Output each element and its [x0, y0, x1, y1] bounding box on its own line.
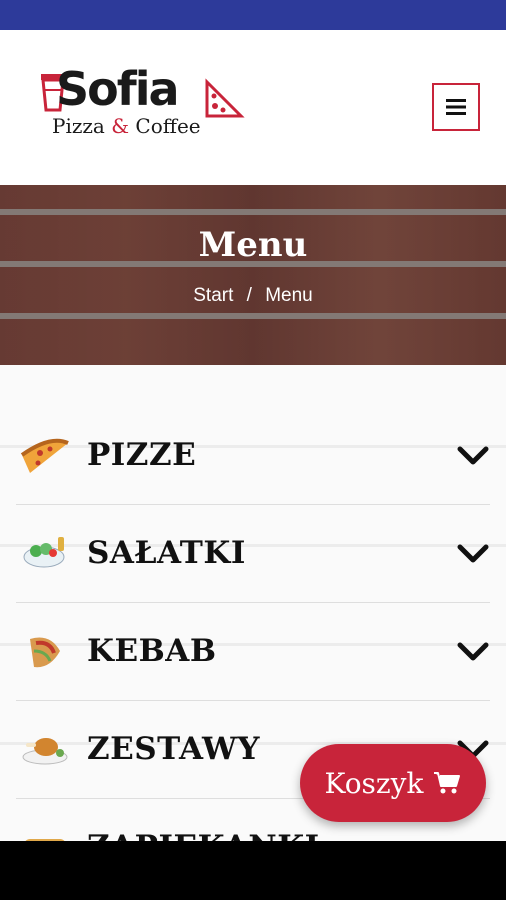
chevron-down-icon[interactable]	[456, 541, 490, 567]
chevron-down-icon[interactable]	[456, 639, 490, 665]
category-label: SAŁATKI	[87, 535, 246, 571]
breadcrumb: Start / Menu	[0, 285, 506, 307]
category-label: KEBAB	[87, 633, 217, 669]
zapiekanka-icon	[25, 839, 65, 841]
cart-label: Koszyk	[324, 766, 424, 800]
logo-word: Sofia	[56, 62, 180, 116]
category-salatki[interactable]: SAŁATKI	[16, 505, 490, 603]
pizza-logo-icon	[205, 78, 245, 118]
status-bar	[0, 0, 506, 30]
kebab-wrap-icon	[30, 637, 60, 668]
logo-sub-coffee: Coffee	[135, 114, 201, 138]
category-kebab[interactable]: KEBAB	[16, 603, 490, 701]
category-pizze[interactable]: PIZZE	[16, 407, 490, 505]
breadcrumb-current: Menu	[265, 285, 313, 306]
menu-toggle-button[interactable]	[432, 83, 480, 131]
system-navigation-bar	[0, 841, 506, 900]
site-header: Sofia Pizza & Coffee	[0, 30, 506, 185]
logo-sub-pizza: Pizza	[52, 114, 105, 138]
sofia-logo[interactable]: Sofia Pizza & Coffee	[38, 62, 248, 148]
category-label: ZESTAWY	[87, 731, 260, 767]
chicken-plate-icon	[22, 738, 68, 765]
salad-bowl-icon	[23, 537, 65, 568]
logo-subtitle: Pizza & Coffee	[52, 114, 201, 138]
hamburger-icon	[446, 99, 466, 115]
breadcrumb-start-link[interactable]: Start	[193, 285, 233, 306]
hero-banner: Menu Start / Menu	[0, 185, 506, 365]
page-title: Menu	[198, 225, 308, 265]
breadcrumb-separator: /	[246, 285, 252, 306]
pizza-slice-icon	[20, 438, 69, 473]
category-label: ZAPIEKANKI	[87, 829, 320, 841]
category-label: PIZZE	[87, 437, 197, 473]
cart-button[interactable]: Koszyk	[300, 744, 486, 822]
logo-sub-ampersand: &	[111, 114, 130, 138]
chevron-down-icon[interactable]	[456, 443, 490, 469]
shopping-cart-icon	[434, 772, 461, 794]
